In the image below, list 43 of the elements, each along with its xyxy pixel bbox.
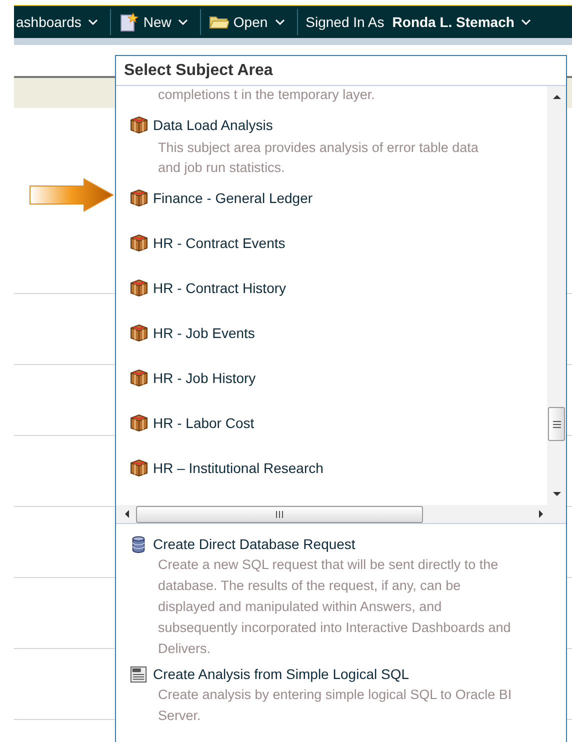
subject-area-description: This subject area provides analysis of error table data and job run statistics. [158, 139, 478, 177]
cube-icon [130, 369, 148, 387]
scrollbar-thumb[interactable] [136, 506, 423, 522]
cube-icon [130, 116, 148, 134]
caret-icon [88, 19, 98, 25]
scroll-up-icon[interactable] [552, 94, 562, 100]
scroll-left-icon[interactable] [124, 509, 130, 519]
caret-icon [521, 19, 532, 25]
scroll-right-icon[interactable] [538, 509, 544, 519]
action-description: Create analysis by entering simple logical SQL to Oracle BI Server. [158, 686, 512, 725]
subject-area-description: completions t in the temporary layer. [158, 86, 375, 104]
cube-icon [130, 414, 148, 432]
caret-icon [274, 19, 285, 25]
caret-icon [178, 19, 188, 25]
menu-button[interactable]: Open [207, 12, 291, 32]
scrollbar-thumb[interactable] [548, 407, 565, 441]
subject-area-item[interactable]: HR – Institutional Research [130, 458, 324, 478]
subject-area-item[interactable]: HR - Job History [130, 368, 256, 388]
document-icon [130, 666, 147, 682]
subject-area-item[interactable]: Data Load Analysis [130, 115, 273, 135]
menu-button[interactable]: ashboards [14, 14, 104, 30]
cube-icon [130, 234, 148, 252]
subject-area-item[interactable]: HR - Contract Events [130, 233, 286, 253]
action-item[interactable]: Create Direct Database Request [130, 534, 356, 554]
subject-area-item[interactable]: HR - Job Events [130, 323, 255, 343]
subject-area-item[interactable]: HR - Labor Cost [130, 413, 254, 433]
subject-area-item[interactable]: HR - Contract History [130, 278, 286, 298]
cube-icon [130, 279, 148, 297]
cube-icon [130, 459, 148, 477]
new-document-icon [119, 12, 140, 32]
scroll-down-icon[interactable] [552, 491, 562, 497]
subject-area-item[interactable]: Finance - General Ledger [130, 188, 313, 208]
user-menu-button[interactable]: Ronda L. Stemach [384, 14, 538, 30]
menu-button[interactable]: New [117, 12, 194, 32]
signed-in-label: Signed In As [304, 14, 384, 30]
database-icon [130, 536, 147, 552]
action-description: Create a new SQL request that will be sent directly to the database. The results of the request, if any, can be displayed and manipulated within Answers, and subsequently incorporated into Interactive Dashboards and Delivers. [158, 556, 511, 658]
action-item[interactable]: Create Analysis from Simple Logical SQL [130, 664, 409, 684]
popup-title: Select Subject Area [116, 56, 566, 86]
vertical-scrollbar[interactable] [547, 86, 566, 505]
cube-icon [130, 189, 148, 207]
cube-icon [130, 324, 148, 342]
horizontal-scrollbar[interactable] [116, 505, 566, 523]
